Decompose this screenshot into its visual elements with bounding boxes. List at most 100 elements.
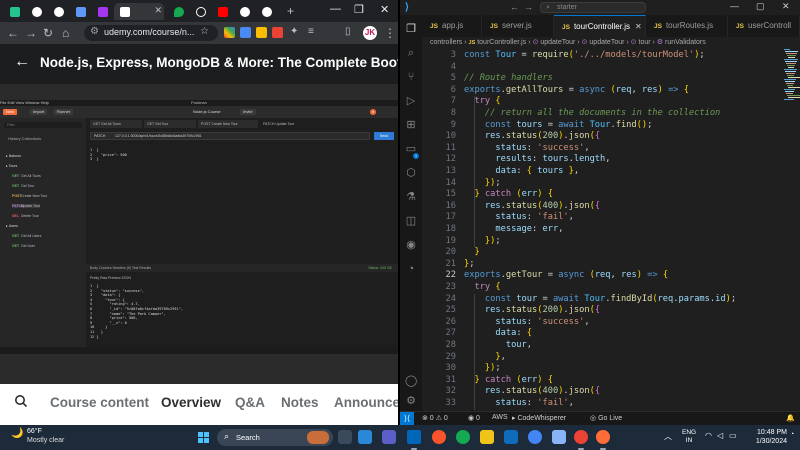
- tray-overflow-icon[interactable]: ︿: [664, 431, 672, 442]
- postman-runner-button[interactable]: Runner: [54, 109, 74, 115]
- input-language[interactable]: ENG IN: [682, 429, 696, 445]
- postman-avatar-icon[interactable]: ●: [370, 109, 377, 115]
- brave-icon[interactable]: [432, 430, 446, 444]
- postman-collection-item[interactable]: PATCHUpdate Tour: [12, 204, 41, 208]
- postman-response-tools[interactable]: Pretty Raw Preview JSON: [90, 276, 131, 280]
- bookmark-star-icon[interactable]: ☆: [200, 26, 209, 37]
- chrome-tab-active[interactable]: ✕: [114, 3, 164, 20]
- code-line[interactable]: exports.getTour = async (req, res) => {: [464, 270, 668, 280]
- chrome-tab[interactable]: [256, 3, 278, 20]
- database-icon[interactable]: ◉: [405, 239, 417, 251]
- code-line[interactable]: exports.getAllTours = async (req, res) =…: [464, 85, 689, 95]
- postman-workspace[interactable]: Node.js Course: [190, 109, 224, 115]
- tab-overview[interactable]: Overview: [161, 395, 221, 410]
- code-line[interactable]: });: [464, 178, 501, 188]
- postman-collection-item[interactable]: ▸ Natours: [6, 154, 21, 158]
- tab-app-js[interactable]: JS app.js: [422, 15, 482, 37]
- tab-qa[interactable]: Q&A: [235, 395, 265, 410]
- code-line[interactable]: const tour = await Tour.findById(req.par…: [464, 294, 736, 304]
- go-live-button[interactable]: ◎ Go Live: [590, 414, 622, 422]
- nav-back-icon[interactable]: ←: [510, 2, 519, 12]
- profile-avatar[interactable]: JK: [363, 26, 377, 40]
- reload-icon[interactable]: ↻: [43, 26, 53, 40]
- code-editor[interactable]: 3 const Tour = require('./../models/tourM…: [422, 49, 800, 411]
- explorer-icon[interactable]: ❐: [405, 23, 417, 35]
- code-line[interactable]: } catch (err) {: [464, 375, 553, 385]
- volume-icon[interactable]: ◁: [717, 431, 723, 440]
- chrome-tab[interactable]: [190, 3, 212, 20]
- chrome-tab[interactable]: [234, 3, 256, 20]
- tab-tourroutes-js[interactable]: JS tourRoutes.js: [646, 15, 728, 37]
- video-player[interactable]: Postman File Edit View Window Help New I…: [0, 84, 398, 384]
- code-line[interactable]: };: [464, 259, 474, 269]
- vscode-icon[interactable]: [407, 430, 421, 444]
- tab-server-js[interactable]: JS server.js: [482, 15, 554, 37]
- back-icon[interactable]: ←: [7, 26, 19, 40]
- minimize-icon[interactable]: —: [730, 1, 739, 11]
- photos-icon[interactable]: [358, 430, 372, 444]
- file-explorer-icon[interactable]: [480, 430, 494, 444]
- code-line[interactable]: // return all the documents in the colle…: [464, 108, 720, 118]
- weather-description[interactable]: Mostly clear: [27, 437, 64, 444]
- chrome-tab[interactable]: [4, 3, 26, 20]
- postman-send-button[interactable]: Send: [374, 132, 394, 140]
- mail-icon[interactable]: [552, 430, 566, 444]
- system-clock[interactable]: 10:48 PM 1/30/2024: [743, 429, 787, 446]
- postman-request-tab[interactable]: PATCH Update Tour: [260, 120, 320, 128]
- tab-course-content[interactable]: Course content: [50, 395, 149, 410]
- battery-icon[interactable]: ▭: [729, 431, 737, 440]
- search-icon[interactable]: [14, 394, 28, 408]
- chrome-tab[interactable]: [92, 3, 114, 20]
- teams-icon[interactable]: [382, 430, 396, 444]
- nav-forward-icon[interactable]: →: [524, 2, 533, 12]
- postman-method[interactable]: PATCH: [94, 133, 105, 140]
- code-line[interactable]: results: tours.length,: [464, 154, 610, 164]
- close-window-icon[interactable]: ✕: [782, 1, 790, 12]
- postman-url-input[interactable]: PATCH 127.0.0.1:3000/api/v1/tours/5c88fa…: [90, 132, 370, 140]
- wifi-icon[interactable]: ◠: [705, 431, 712, 440]
- aws-icon[interactable]: ⬡: [405, 167, 417, 179]
- outlook-icon[interactable]: [504, 430, 518, 444]
- testing-icon[interactable]: ⚗: [405, 191, 417, 203]
- code-line[interactable]: }: [464, 247, 479, 257]
- run-debug-icon[interactable]: ▷: [405, 95, 417, 107]
- ports-count[interactable]: ◉ 0: [468, 414, 480, 422]
- chrome-icon[interactable]: [574, 430, 588, 444]
- new-tab-icon[interactable]: +: [287, 4, 294, 18]
- close-window-icon[interactable]: ✕: [380, 3, 389, 16]
- postman-side-tabs[interactable]: History Collections: [0, 136, 86, 141]
- forward-icon[interactable]: →: [25, 26, 37, 40]
- account-icon[interactable]: ◯: [405, 375, 417, 387]
- code-line[interactable]: message: err,: [464, 224, 563, 234]
- extension-icon[interactable]: [224, 27, 235, 38]
- remote-indicator-icon[interactable]: ⟩⟨: [400, 412, 414, 425]
- tab-announcements[interactable]: Announce: [334, 395, 398, 410]
- notification-center-icon[interactable]: ◔: [790, 431, 794, 438]
- code-line[interactable]: res.status(200).json({: [464, 131, 600, 141]
- back-arrow-icon[interactable]: ←: [14, 53, 30, 71]
- postman-request-tab[interactable]: GET Get All Tours: [90, 120, 142, 128]
- code-line[interactable]: res.status(400).json({: [464, 386, 600, 396]
- code-line[interactable]: status: 'success',: [464, 317, 589, 327]
- extension-icon[interactable]: [240, 27, 251, 38]
- postman-collection-item[interactable]: GET Get User: [12, 244, 35, 248]
- postman-new-button[interactable]: New: [3, 109, 18, 115]
- postman-collection-item[interactable]: GET Get All Users: [12, 234, 41, 238]
- code-line[interactable]: });: [464, 236, 501, 246]
- codewhisperer-status[interactable]: ▸ CodeWhisperer: [512, 414, 566, 422]
- code-line[interactable]: data: { tours },: [464, 166, 579, 176]
- code-line[interactable]: const tours = await Tour.find();: [464, 120, 652, 130]
- extensions-puzzle-icon[interactable]: ✦: [290, 26, 298, 37]
- postman-filter[interactable]: Filter: [4, 122, 82, 128]
- search-icon[interactable]: ⌕: [405, 47, 417, 59]
- extension-icon[interactable]: [272, 27, 283, 38]
- tab-usercontroller-js[interactable]: JS userControll: [728, 15, 800, 37]
- taskbar-search[interactable]: ⌕ Search: [217, 429, 333, 446]
- postman-collection-item[interactable]: ▸ Users: [6, 224, 18, 228]
- tab-notes[interactable]: Notes: [281, 395, 319, 410]
- code-line[interactable]: res.status(200).json({: [464, 305, 600, 315]
- code-line[interactable]: });: [464, 363, 501, 373]
- code-line[interactable]: // Route handlers: [464, 73, 553, 83]
- chrome-tab[interactable]: [26, 3, 48, 20]
- postman-request-body[interactable]: 1 { 2 "price": 500 3 }: [90, 148, 127, 162]
